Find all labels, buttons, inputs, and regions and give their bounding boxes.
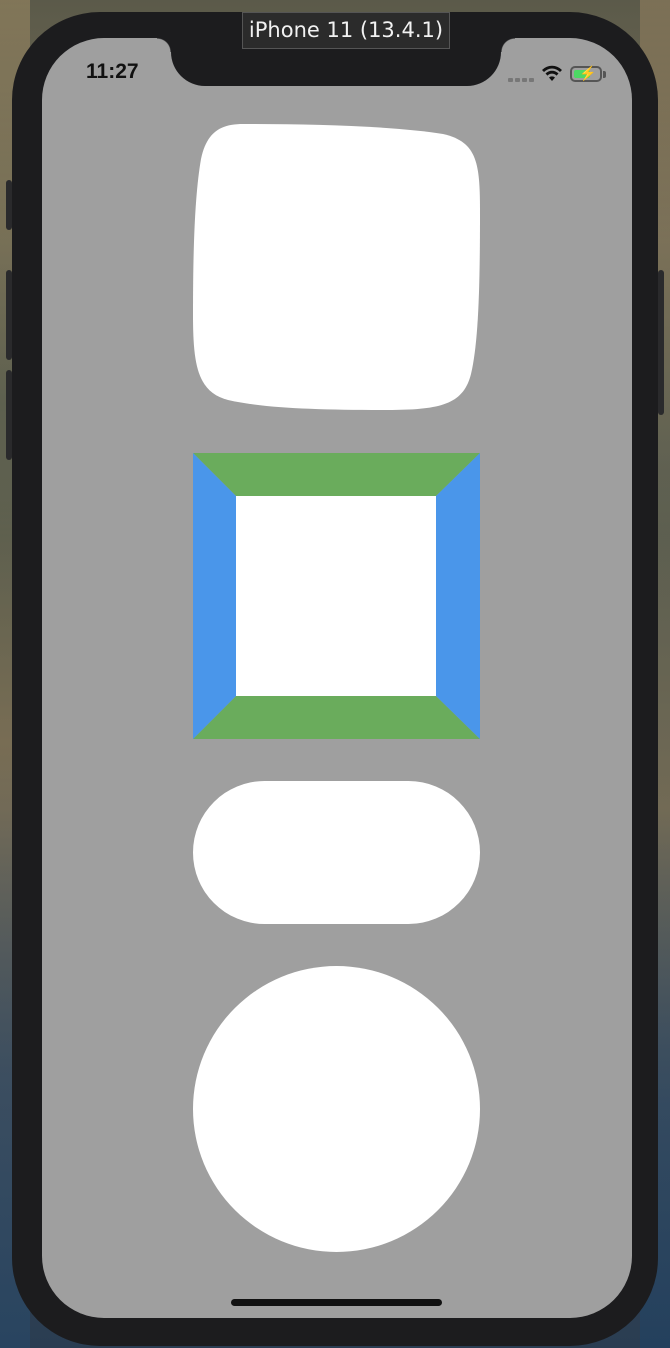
- home-indicator[interactable]: [231, 1299, 442, 1306]
- power-button[interactable]: [658, 270, 664, 415]
- status-icons: ⚡: [506, 62, 610, 86]
- volume-down-button[interactable]: [6, 370, 12, 460]
- mute-switch[interactable]: [6, 180, 12, 230]
- battery-cap: [603, 71, 606, 78]
- pill-shape: [193, 781, 480, 924]
- volume-up-button[interactable]: [6, 270, 12, 360]
- frame-top-border: [193, 453, 480, 496]
- frame-right-border: [436, 453, 480, 739]
- wifi-icon: [540, 63, 564, 88]
- simulator-title: iPhone 11 (13.4.1): [242, 12, 450, 49]
- charging-bolt-icon: ⚡: [579, 65, 597, 81]
- status-time: 11:27: [86, 60, 139, 83]
- frame-left-border: [193, 453, 236, 739]
- squircle-shape: [193, 124, 480, 410]
- frame-bottom-border: [193, 696, 480, 739]
- circle-shape: [193, 966, 480, 1252]
- bordered-square-shape: [193, 453, 480, 739]
- frame-inner-fill: [236, 496, 436, 696]
